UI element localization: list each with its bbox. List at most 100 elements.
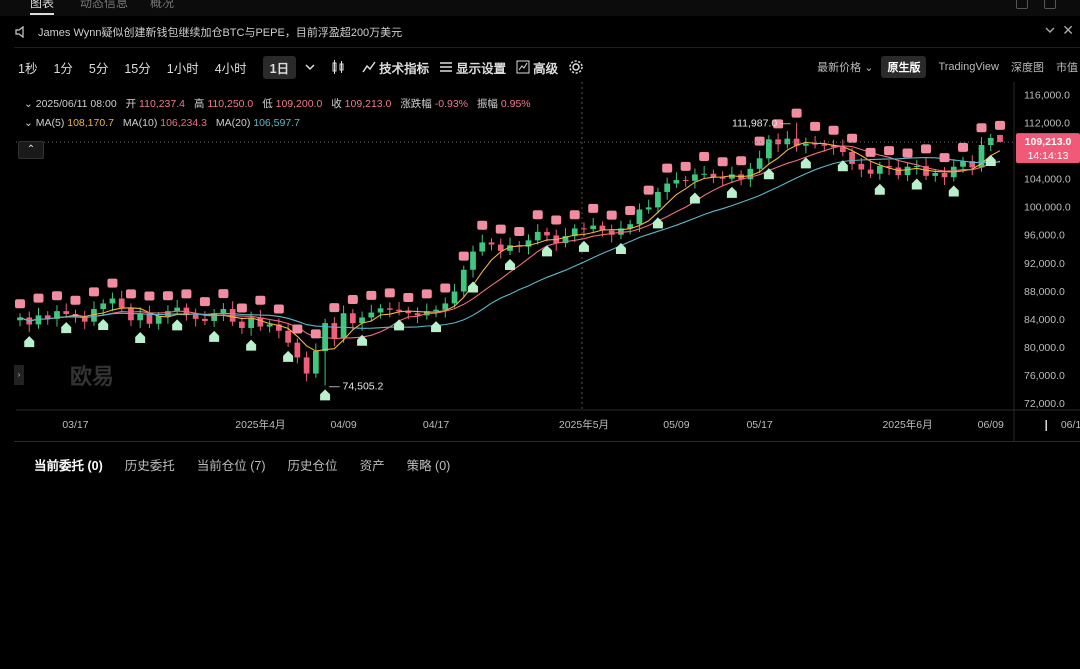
- view-native[interactable]: 原生版: [881, 56, 927, 78]
- indicator-chart-icon: [362, 61, 376, 73]
- advanced-button[interactable]: 高级: [516, 58, 558, 77]
- chevron-down-icon[interactable]: [1044, 24, 1056, 36]
- candle-body: [433, 309, 439, 312]
- indicators-button[interactable]: 技术指标: [362, 58, 429, 77]
- candle-body: [867, 169, 874, 174]
- tab-strategies[interactable]: 策略 (0): [407, 455, 451, 474]
- view-market-cap[interactable]: 市值: [1056, 59, 1078, 75]
- tab-positions[interactable]: 当前仓位 (7): [197, 455, 266, 474]
- candle-body: [876, 166, 883, 174]
- sell-marker: [662, 163, 673, 173]
- tab-assets[interactable]: 资产: [360, 455, 385, 474]
- interval-1d[interactable]: 1日: [262, 55, 297, 79]
- tab-overview[interactable]: 概况: [150, 0, 174, 11]
- interval-dropdown-icon[interactable]: [304, 61, 316, 73]
- x-tick-label: 2025年4月: [235, 418, 285, 431]
- candle-body: [784, 138, 791, 145]
- close-icon[interactable]: ✕: [1062, 22, 1074, 39]
- interval-1s[interactable]: 1秒: [18, 58, 37, 77]
- chevron-down-icon[interactable]: ⌄: [24, 98, 33, 110]
- candle-body: [266, 324, 273, 327]
- tab-dynamic-info[interactable]: 动态信息: [80, 0, 128, 11]
- sell-marker: [569, 210, 580, 220]
- price-type-select[interactable]: 最新价格 ⌄: [817, 59, 873, 75]
- candle-body: [913, 166, 920, 168]
- news-notice-bar[interactable]: James Wynn疑似创建新钱包继续加仓BTC与PEPE，目前浮盈超200万美…: [14, 18, 1080, 46]
- sell-marker: [144, 291, 155, 301]
- tab-open-orders[interactable]: 当前委托 (0): [34, 455, 103, 474]
- x-tick-label: 03/17: [62, 419, 88, 431]
- buy-marker: [283, 350, 294, 362]
- candle-body: [479, 242, 486, 252]
- cursor-ibeam-icon[interactable]: I: [1044, 418, 1048, 436]
- ma5-line: [19, 141, 1001, 352]
- display-settings-label: 显示设置: [456, 61, 507, 76]
- buy-marker: [689, 192, 700, 204]
- ohlc-date: 2025/06/11 08:00: [35, 98, 117, 110]
- interval-1m[interactable]: 1分: [53, 58, 72, 77]
- candle-type-icon[interactable]: [330, 59, 346, 75]
- divider: [14, 441, 1080, 442]
- sell-marker: [15, 299, 25, 309]
- window-maximize-icon[interactable]: [1016, 0, 1028, 9]
- candle-countdown: 14:14:13: [1028, 150, 1069, 162]
- price-chart[interactable]: 116,000.0112,000.0108,000.0104,000.0100,…: [0, 82, 1080, 442]
- notice-text[interactable]: James Wynn疑似创建新钱包继续加仓BTC与PEPE，目前浮盈超200万美…: [38, 24, 402, 40]
- candle-body: [932, 173, 939, 176]
- buy-marker: [800, 157, 811, 169]
- sell-marker: [939, 153, 950, 163]
- buy-marker: [135, 331, 146, 343]
- candle-body: [756, 158, 763, 169]
- tab-position-history[interactable]: 历史仓位: [288, 455, 338, 474]
- sell-marker: [921, 144, 932, 154]
- candle-body: [340, 313, 347, 339]
- sell-marker: [995, 120, 1005, 130]
- sell-marker: [477, 220, 488, 230]
- buy-marker: [726, 186, 737, 198]
- buy-marker: [578, 240, 589, 252]
- close-label: 收: [331, 98, 342, 110]
- collapse-legend-button[interactable]: ⌃: [18, 141, 44, 159]
- buy-marker: [394, 319, 405, 331]
- current-price-value: 109,213.0: [1025, 136, 1072, 148]
- x-tick-label: 04/09: [330, 419, 356, 431]
- candle-body: [664, 183, 671, 192]
- interval-1h[interactable]: 1小时: [167, 58, 199, 77]
- candle-body: [904, 166, 911, 176]
- buy-marker: [209, 330, 220, 342]
- buy-marker: [615, 242, 626, 254]
- candle-body: [544, 231, 550, 236]
- sell-marker: [976, 123, 987, 133]
- view-tradingview[interactable]: TradingView: [938, 61, 999, 73]
- candle-body: [451, 291, 458, 304]
- sell-marker: [181, 289, 192, 299]
- sell-marker: [495, 224, 506, 234]
- display-settings-button[interactable]: 显示设置: [439, 58, 506, 77]
- sell-marker: [384, 288, 395, 298]
- scroll-left-icon[interactable]: ›: [14, 365, 24, 385]
- sell-marker: [699, 152, 710, 162]
- gear-icon[interactable]: [568, 59, 584, 75]
- interval-15m[interactable]: 15分: [124, 58, 150, 77]
- chevron-down-icon[interactable]: ⌄: [24, 117, 33, 129]
- sell-marker: [329, 303, 340, 313]
- window-restore-icon[interactable]: [1044, 0, 1056, 9]
- candle-body: [414, 313, 421, 316]
- candle-body: [386, 308, 393, 310]
- view-depth[interactable]: 深度图: [1011, 59, 1044, 75]
- speaker-icon: [15, 25, 24, 39]
- candle-body: [997, 134, 1003, 143]
- watermark-text: 欧易: [70, 364, 114, 389]
- tab-chart[interactable]: 图表: [30, 0, 55, 15]
- tab-order-history[interactable]: 历史委托: [125, 455, 175, 474]
- candle-body: [470, 251, 476, 270]
- interval-4h[interactable]: 4小时: [215, 58, 247, 77]
- sell-marker: [162, 291, 173, 301]
- interval-5m[interactable]: 5分: [89, 58, 108, 77]
- buy-marker: [505, 259, 515, 271]
- candle-body: [895, 167, 902, 176]
- candle-body: [849, 152, 855, 164]
- sell-marker: [70, 295, 81, 305]
- candle-body: [100, 303, 107, 310]
- low-value: 109,200.0: [275, 98, 323, 110]
